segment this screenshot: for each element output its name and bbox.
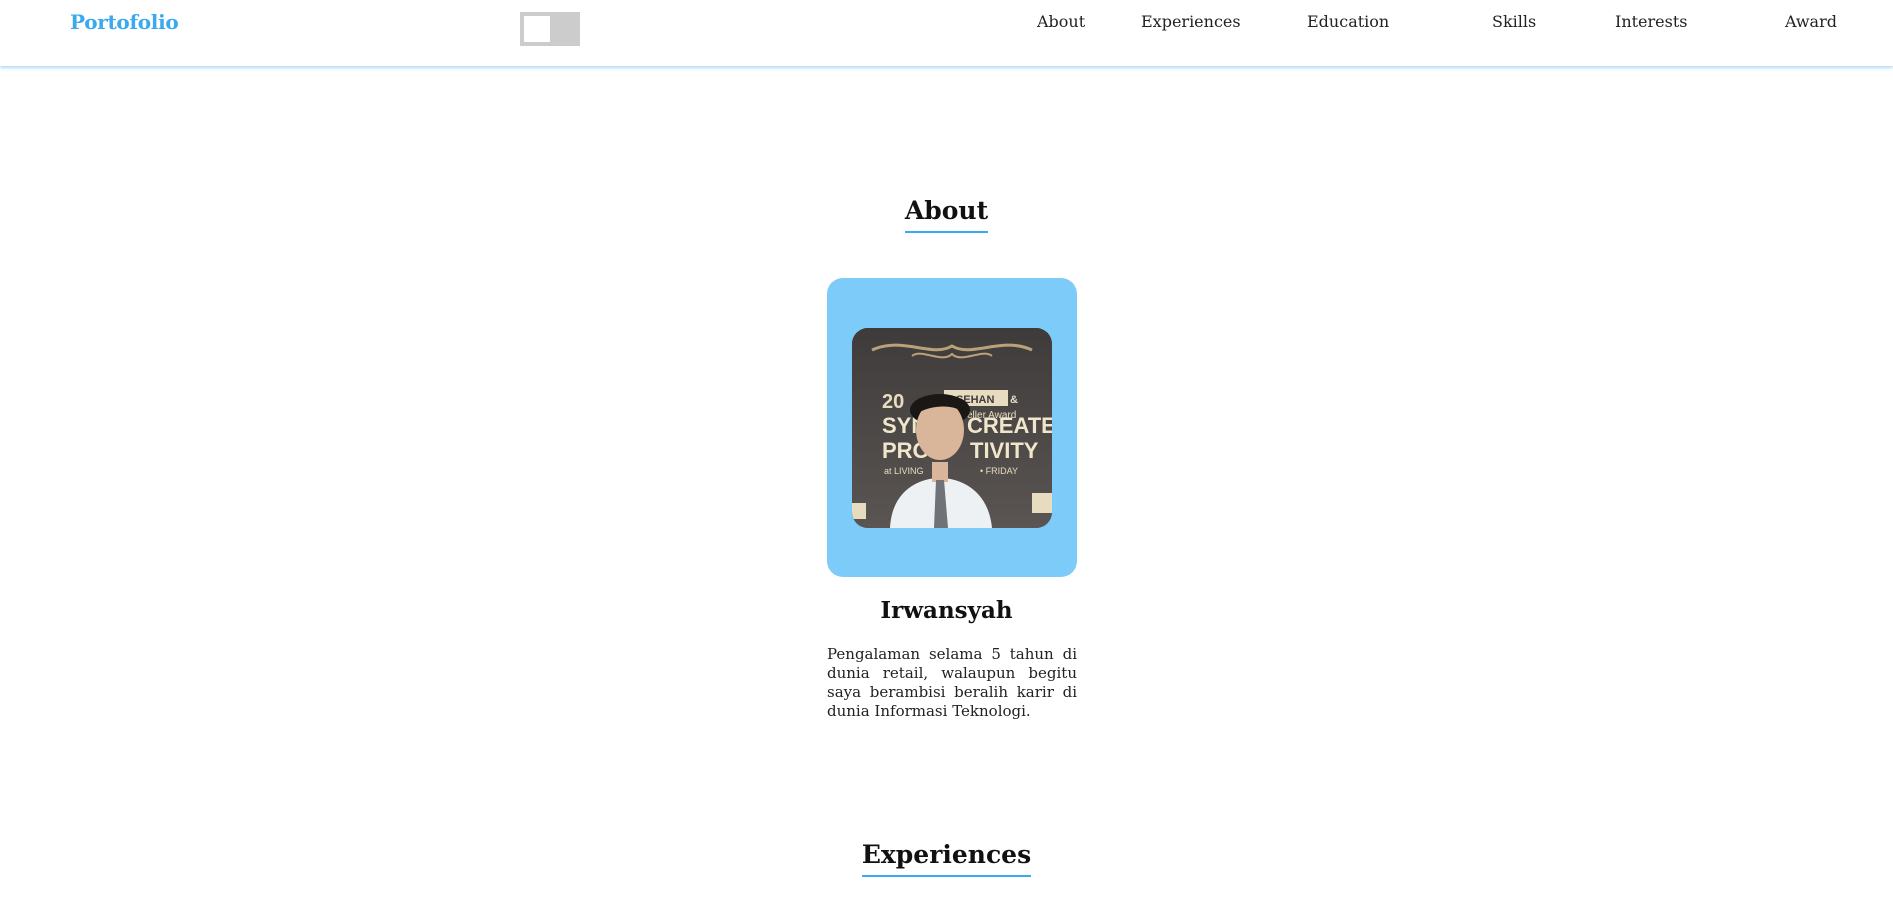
svg-text:at LIVING: at LIVING (884, 466, 924, 476)
profile-photo-image: 20 ASEHAN & eller Award SYN CREATE PRO T… (852, 328, 1052, 528)
toggle-knob (524, 16, 550, 42)
theme-toggle[interactable] (520, 12, 580, 46)
about-title: About (0, 196, 1893, 233)
nav-link-about[interactable]: About (1037, 12, 1085, 31)
experiences-title-text: Experiences (861, 840, 1032, 877)
nav-link-award[interactable]: Award (1785, 12, 1837, 31)
experiences-title: Experiences (0, 840, 1893, 877)
svg-text:20: 20 (882, 391, 904, 413)
svg-text:CREATE: CREATE (967, 413, 1052, 438)
nav-link-skills[interactable]: Skills (1492, 12, 1536, 31)
svg-text:• FRIDAY: • FRIDAY (980, 466, 1018, 476)
nav-link-interests[interactable]: Interests (1615, 12, 1688, 31)
nav-link-experiences[interactable]: Experiences (1141, 12, 1241, 31)
svg-text:TIVITY: TIVITY (970, 438, 1039, 463)
navbar: Portofolio About Experiences Education S… (0, 0, 1893, 66)
brand-logo[interactable]: Portofolio (70, 10, 179, 34)
profile-photo: 20 ASEHAN & eller Award SYN CREATE PRO T… (852, 328, 1052, 528)
profile-card: 20 ASEHAN & eller Award SYN CREATE PRO T… (827, 278, 1077, 577)
svg-text:&: & (1010, 394, 1018, 406)
profile-bio: Pengalaman selama 5 tahun di dunia retai… (827, 645, 1077, 720)
about-title-text: About (904, 196, 989, 233)
nav-link-education[interactable]: Education (1307, 12, 1389, 31)
profile-name: Irwansyah (880, 597, 1013, 624)
